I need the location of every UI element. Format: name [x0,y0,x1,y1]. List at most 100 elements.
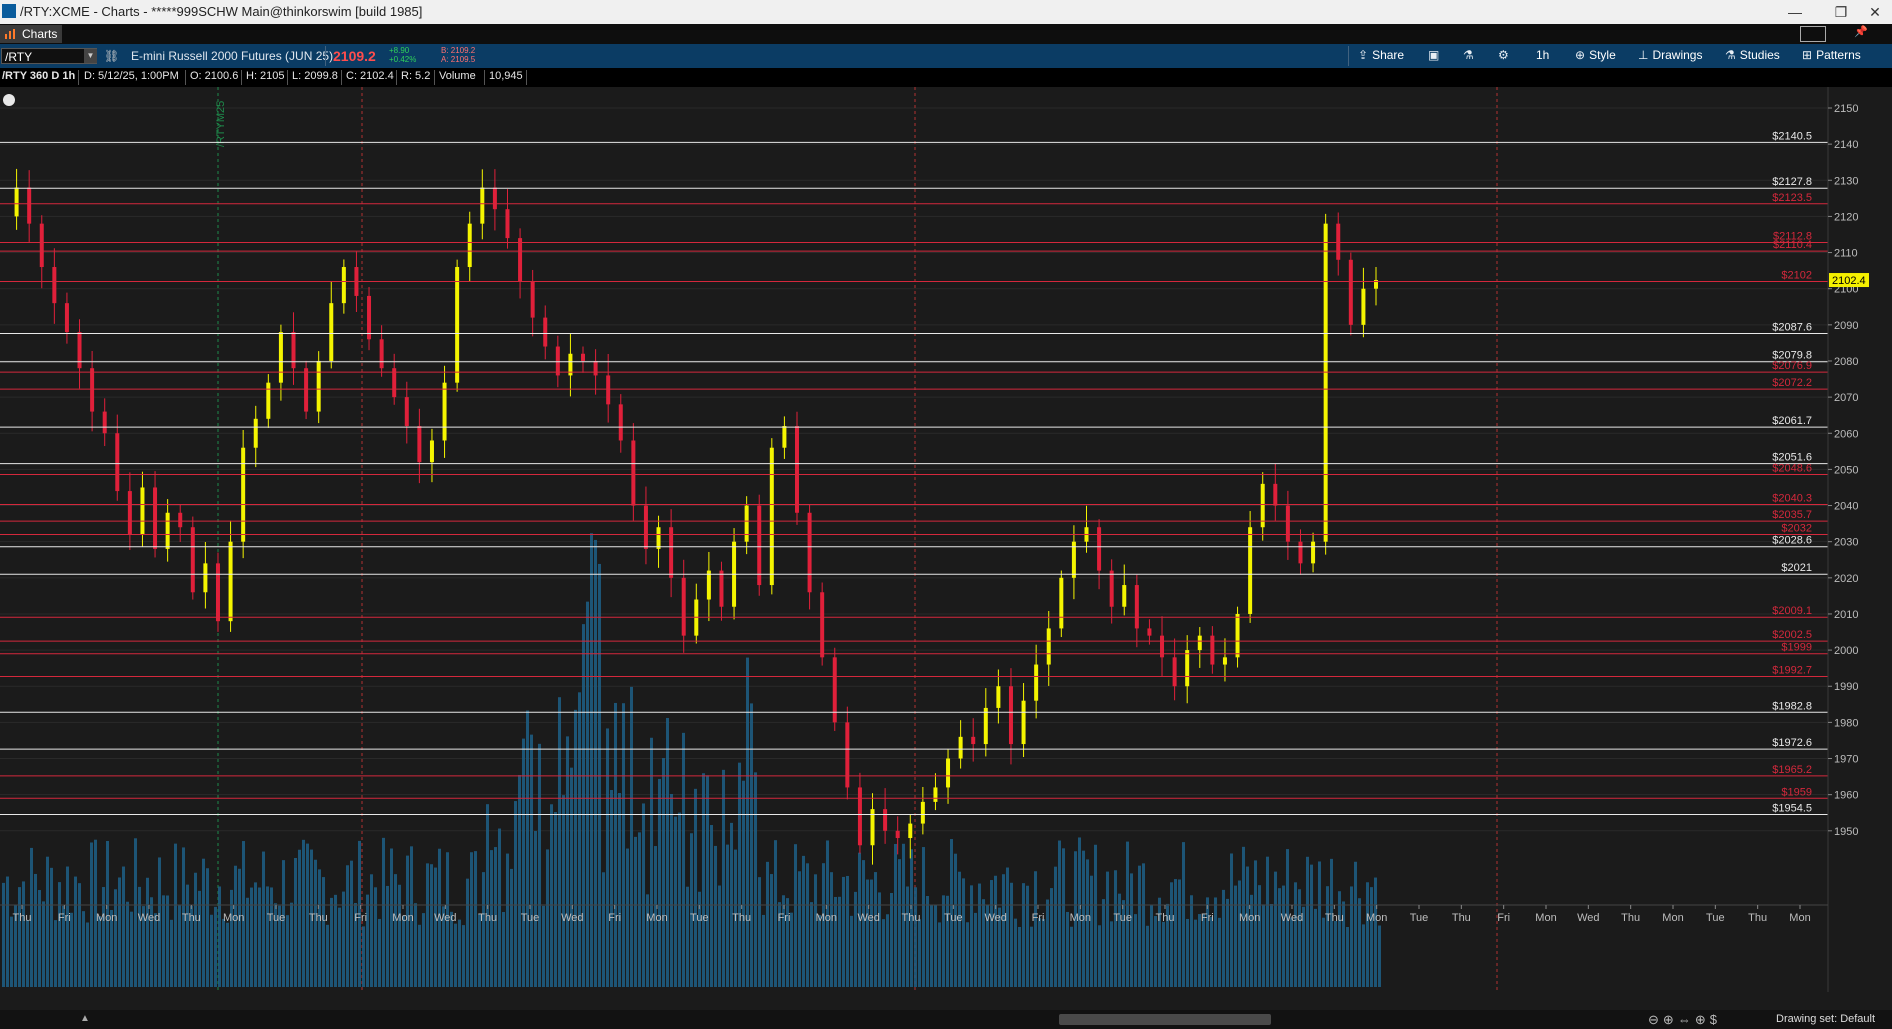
level-label: $1999 [1781,642,1812,654]
volume-bar [122,866,125,987]
volume-bar [466,878,469,987]
crosshair-icon[interactable]: ⊕ [1695,1012,1710,1027]
volume-bar [818,915,821,987]
volume-bar [230,889,233,987]
drawings-button[interactable]: ⊥ Drawings [1638,48,1702,62]
volume-bar [206,868,209,987]
volume-bar [1374,877,1377,987]
volume-bar [118,877,121,987]
candle-body [618,404,623,441]
candle-body [996,686,1001,708]
zoom-in-icon[interactable]: ⊕ [1663,1012,1678,1027]
patterns-button[interactable]: ⊞ Patterns [1802,48,1861,62]
volume-bar [678,812,681,987]
volume-bar [1010,882,1013,987]
share-icon: ⇪ [1358,48,1369,62]
style-icon: ⊕ [1575,48,1586,62]
volume-bar [774,840,777,987]
price-tick-label: 2060 [1834,428,1858,440]
info-divider [484,70,485,85]
volume-bar [1098,925,1101,987]
volume-bar [366,894,369,987]
price-tick-label: 2110 [1834,248,1858,260]
volume-bar [970,885,973,987]
flask-button[interactable]: ⚗ [1463,48,1478,62]
horizontal-scrollbar[interactable] [1059,1014,1271,1025]
info-divider [396,70,397,85]
level-label: $2110.4 [1773,239,1812,251]
volume-bar [926,895,929,987]
volume-bar [1070,926,1073,987]
zoom-controls[interactable]: ⊖⊕⇔⊕$ [1648,1012,1721,1028]
pin-icon[interactable]: 📌 [1854,25,1868,38]
volume-bar [622,703,625,987]
volume-bar [330,897,333,987]
volume-bar [574,709,577,987]
style-button[interactable]: ⊕ Style [1575,48,1616,62]
time-tick-label: Mon [816,912,837,924]
studies-label: Studies [1739,48,1780,62]
pan-icon[interactable]: ⇔ [1678,1012,1695,1027]
volume-bar [302,839,305,987]
time-tick-label: Tue [1113,912,1132,924]
symbol-dropdown-icon[interactable]: ▼ [84,49,97,63]
layout-box-icon[interactable] [1800,26,1826,42]
minimize-icon[interactable]: — [1780,2,1810,22]
volume-bar [642,803,645,987]
volume-bar [1018,926,1021,987]
last-price: 2109.2 [333,48,376,64]
volume-bar [1142,863,1145,987]
tab-bar: Charts 📌 [0,24,1892,44]
tab-charts[interactable]: Charts [0,25,62,43]
volume-bar [626,848,629,987]
patterns-label: Patterns [1816,48,1861,62]
snapshot-button[interactable]: ▣ [1428,48,1443,62]
candle-body [807,512,812,593]
settings-button[interactable]: ⚙ [1498,48,1513,62]
volume-bar [2,882,5,987]
volume-bar [1014,918,1017,987]
studies-button[interactable]: ⚗ Studies [1725,48,1780,62]
volume-bar [1322,917,1325,987]
time-tick-label: Thu [478,912,497,924]
candle-body [429,440,434,463]
volume-bar [1230,853,1233,987]
share-label: Share [1372,48,1405,62]
volume-bar [1206,897,1209,987]
volume-bar [906,886,909,987]
volume-bar [558,697,561,987]
volume-bar [566,736,569,987]
link-icon[interactable]: ⛓ [104,49,119,63]
volume-bar [134,838,137,987]
share-button[interactable]: ⇪ Share [1358,48,1404,62]
collapse-arrow-icon[interactable]: ▲ [80,1013,90,1024]
price-tick-label: 2140 [1834,139,1858,151]
volume-bar [318,869,321,987]
candle-body [1222,657,1227,665]
level-label: $2021 [1781,562,1812,574]
volume-bar [810,902,813,987]
level-label: $2102 [1781,269,1812,281]
patterns-icon: ⊞ [1802,48,1813,62]
candle-body [455,267,460,383]
candle-body [52,267,57,304]
volume-bar [1150,904,1153,987]
candle-body [1147,628,1152,636]
volume-bar [718,885,721,987]
volume-bar [1050,888,1053,987]
time-tick-label: Thu [182,912,201,924]
close-icon[interactable]: ✕ [1860,2,1890,22]
volume-bar [386,885,389,987]
price-chart[interactable]: /RTYM25 $2140.5$2127.8$2123.5$2112.8$2110… [0,87,1892,992]
contract-marker-label: /RTYM25 [215,101,227,147]
symbol-input[interactable]: /RTY [1,48,97,64]
volume-bar [174,843,177,987]
candle-body [1097,527,1102,571]
zoom-out-icon[interactable]: ⊖ [1648,1012,1663,1027]
price-axis-icon[interactable]: $ [1710,1012,1721,1027]
volume-bar [1210,916,1213,987]
timeframe-button[interactable]: 1h [1536,48,1549,62]
time-tick-label: Mon [1239,912,1260,924]
volume-bar [694,788,697,987]
maximize-icon[interactable]: ❐ [1826,2,1856,22]
